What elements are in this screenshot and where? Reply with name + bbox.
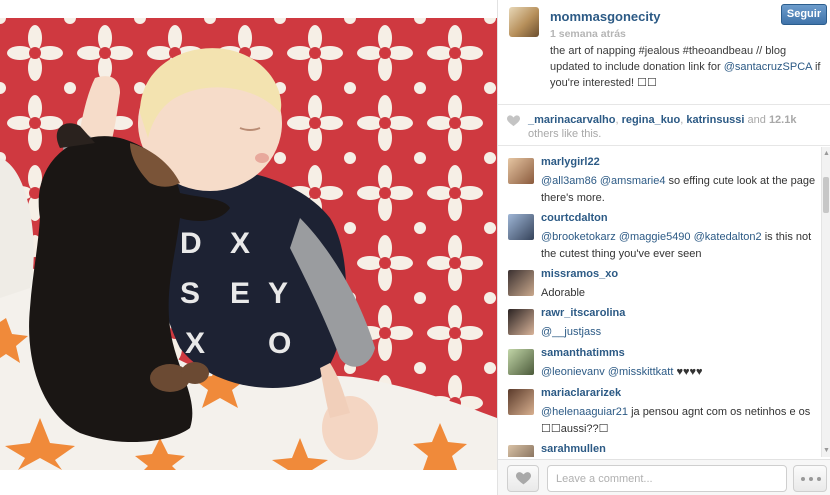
more-options-button[interactable] <box>793 465 827 492</box>
comment-mention[interactable]: @helenaaguiar21 <box>541 406 628 418</box>
comment-bar <box>498 459 830 495</box>
post-time-ago: 1 semana atrás <box>550 28 626 40</box>
post-header: mommasgonecity 1 semana atrás the art of… <box>498 0 830 104</box>
svg-text:D: D <box>180 227 202 260</box>
commenter-avatar[interactable] <box>508 445 534 457</box>
likes-and: and <box>744 114 769 126</box>
comment-input[interactable] <box>547 465 787 492</box>
comment-mention[interactable]: @misskittkatt <box>608 366 674 378</box>
scrollbar-thumb[interactable] <box>823 177 829 213</box>
svg-text:X: X <box>230 227 250 260</box>
caption-emoji: ☐☐ <box>637 77 657 89</box>
commenter-username[interactable]: courtcdalton <box>541 212 608 224</box>
liker-link[interactable]: katrinsussi <box>686 114 744 126</box>
photo-illustration: DX SEY XO <box>0 18 497 470</box>
comment-text: @__justjass <box>541 324 816 341</box>
scroll-up-arrow-icon[interactable]: ▲ <box>822 149 830 158</box>
owner-avatar[interactable] <box>509 7 539 37</box>
likes-others: others like this. <box>528 128 602 140</box>
caption-mention-link[interactable]: @santacruzSPCA <box>724 61 812 73</box>
comment-mention[interactable]: @maggie5490 <box>619 231 691 243</box>
comment-body: ♥♥♥♥ <box>673 366 703 378</box>
commenter-avatar[interactable] <box>508 389 534 415</box>
svg-text:Y: Y <box>268 277 288 310</box>
post-photo[interactable]: DX SEY XO <box>0 18 497 470</box>
comment-mention[interactable]: @brooketokarz <box>541 231 616 243</box>
svg-text:X: X <box>185 327 205 360</box>
likes-count[interactable]: 12.1k <box>769 114 797 126</box>
commenter-avatar[interactable] <box>508 349 534 375</box>
svg-text:O: O <box>268 327 291 360</box>
commenter-username[interactable]: missramos_xo <box>541 268 618 280</box>
owner-username-link[interactable]: mommasgonecity <box>550 9 661 24</box>
likes-text: _marinacarvalho, regina_kuo, katrinsussi… <box>528 114 797 140</box>
comment-text: @helenaaguiar21 ja pensou agnt com os ne… <box>541 404 816 438</box>
comment-text: @leonievanv @misskittkatt ♥♥♥♥ <box>541 364 816 381</box>
more-options-icon <box>801 477 821 481</box>
commenter-username[interactable]: rawr_itscarolina <box>541 307 625 319</box>
comment-text: @brooketokarz @maggie5490 @katedalton2 i… <box>541 229 816 263</box>
liker-link[interactable]: regina_kuo <box>622 114 681 126</box>
commenter-avatar[interactable] <box>508 158 534 184</box>
scroll-down-arrow-icon[interactable]: ▼ <box>822 446 830 455</box>
likes-summary: _marinacarvalho, regina_kuo, katrinsussi… <box>498 104 830 146</box>
heart-icon <box>516 472 531 485</box>
comment-mention[interactable]: @all3am86 <box>541 175 597 187</box>
like-button[interactable] <box>507 465 539 492</box>
comment-mention[interactable]: @__justjass <box>541 326 601 338</box>
post-details-panel: mommasgonecity 1 semana atrás the art of… <box>497 0 830 495</box>
commenter-username[interactable]: marlygirl22 <box>541 156 600 168</box>
svg-text:E: E <box>230 277 250 310</box>
comment-text: Adorable <box>541 287 586 299</box>
follow-button[interactable]: Seguir <box>781 4 827 25</box>
comment-mention[interactable]: @amsmarie4 <box>600 175 666 187</box>
comment-mention[interactable]: @leonievanv <box>541 366 605 378</box>
commenter-avatar[interactable] <box>508 309 534 335</box>
comments-list[interactable]: marlygirl22 @all3am86 @amsmarie4 so effi… <box>498 147 830 457</box>
comment-text: @all3am86 @amsmarie4 so effing cute look… <box>541 173 816 207</box>
commenter-avatar[interactable] <box>508 270 534 296</box>
heart-icon <box>507 115 520 127</box>
commenter-username[interactable]: samanthatimms <box>541 347 625 359</box>
post-caption: the art of napping #jealous #theoandbeau… <box>550 43 824 91</box>
commenter-username[interactable]: mariaclararizek <box>541 387 621 399</box>
comment-mention[interactable]: @katedalton2 <box>694 231 762 243</box>
liker-link[interactable]: _marinacarvalho <box>528 114 615 126</box>
commenter-avatar[interactable] <box>508 214 534 240</box>
commenter-username[interactable]: sarahmullen <box>541 443 606 455</box>
comments-scrollbar[interactable]: ▲ ▼ <box>821 147 830 457</box>
svg-text:S: S <box>180 277 200 310</box>
